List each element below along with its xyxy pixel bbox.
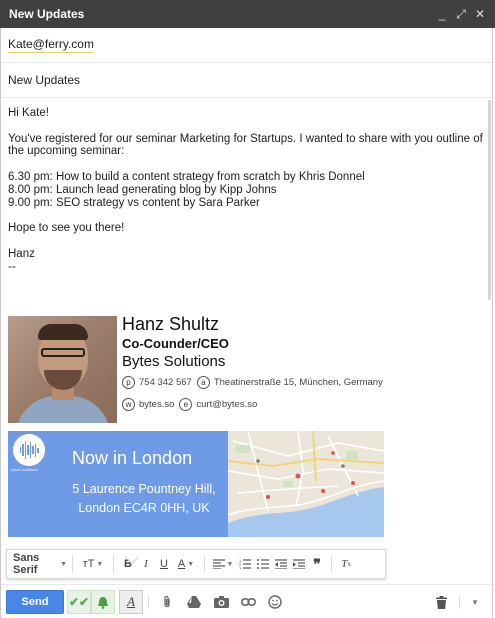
signature-role: Co-Counder/CEO: [122, 336, 229, 351]
signature-company: Bytes Solutions: [122, 353, 226, 370]
subject-text: New Updates: [8, 73, 81, 87]
more-options-chevron-icon[interactable]: ▼: [467, 590, 483, 614]
website-icon: w: [122, 398, 135, 411]
signature-banner[interactable]: bytes solutions Now in London 5 Laurence…: [8, 431, 384, 537]
intro-paragraph: You've registered for our seminar Market…: [8, 132, 483, 158]
camera-icon[interactable]: [210, 590, 232, 614]
sign-off: Hanz: [8, 247, 35, 260]
drive-icon[interactable]: [183, 590, 205, 614]
clear-formatting-icon[interactable]: Tx: [337, 554, 355, 574]
greeting: Hi Kate!: [8, 107, 49, 119]
to-field[interactable]: Kate@ferry.com: [1, 28, 492, 63]
signature-address[interactable]: Theatinerstraße 15, München, Germany: [214, 377, 383, 388]
signature-contact-row: p 754 342 567 a Theatinerstraße 15, Münc…: [122, 376, 383, 389]
signature-website[interactable]: bytes.so: [139, 399, 174, 410]
avatar-photo: [8, 316, 117, 423]
attach-icon[interactable]: [156, 590, 178, 614]
window-controls: _ ⤢ ✕: [437, 7, 495, 22]
indent-icon[interactable]: [290, 554, 308, 574]
quote-icon[interactable]: ❞: [308, 554, 326, 574]
compose-title-bar[interactable]: New Updates _ ⤢ ✕: [0, 0, 495, 28]
banner-address: 5 Laurence Pountney Hill, London EC4R 0H…: [72, 482, 216, 515]
company-logo: [13, 434, 45, 466]
text-color-button[interactable]: A ▼: [173, 554, 199, 574]
checkmark-extension-icon[interactable]: ✔✔: [67, 590, 91, 614]
phone-icon: p: [122, 376, 135, 389]
closing-line: Hope to see you there!: [8, 222, 125, 235]
compose-window: Kate@ferry.com New Updates Hi Kate! You'…: [0, 28, 494, 618]
banner-panel: bytes solutions Now in London 5 Laurence…: [8, 431, 228, 537]
formatting-options-icon[interactable]: A: [119, 590, 143, 614]
agenda-item: 6.30 pm: How to build a content strategy…: [8, 170, 365, 183]
emoji-icon[interactable]: [264, 590, 286, 614]
subject-field[interactable]: New Updates: [1, 63, 492, 98]
map-image: [228, 431, 384, 537]
compose-title: New Updates: [9, 7, 85, 21]
underline-button[interactable]: U: [155, 554, 173, 574]
bulleted-list-icon[interactable]: [254, 554, 272, 574]
banner-title: Now in London: [72, 448, 193, 468]
outdent-icon[interactable]: [272, 554, 290, 574]
italic-button[interactable]: I: [137, 554, 155, 574]
address-icon: a: [196, 376, 210, 389]
link-icon[interactable]: [237, 590, 259, 614]
signature-email[interactable]: curt@bytes.so: [196, 399, 257, 410]
font-family-select[interactable]: Sans Serif ▼: [13, 552, 67, 576]
bell-icon[interactable]: [91, 590, 115, 614]
message-body[interactable]: Hi Kate! You've registered for our semin…: [8, 107, 483, 273]
font-size-button[interactable]: тT ▼: [78, 554, 108, 574]
close-icon[interactable]: ✕: [475, 7, 485, 22]
logo-label: bytes solutions: [11, 467, 38, 472]
scrollbar[interactable]: [488, 100, 491, 300]
email-signature: Hanz Shultz Co-Counder/CEO Bytes Solutio…: [8, 314, 488, 424]
svg-text:3: 3: [239, 566, 242, 569]
trash-icon[interactable]: [431, 590, 451, 614]
compose-bottom-bar: Send ✔✔ A ▼: [1, 584, 494, 618]
numbered-list-icon[interactable]: 123: [236, 554, 254, 574]
minimize-icon[interactable]: _: [437, 7, 447, 22]
formatting-toolbar: Sans Serif ▼ тT ▼ B I U A ▼ ▼ 123 ❞ Tx: [6, 549, 386, 579]
signature-separator: --: [8, 260, 16, 273]
signature-contact-row: w bytes.so e curt@bytes.so: [122, 398, 257, 411]
agenda-item: 9.00 pm: SEO strategy vs content by Sara…: [8, 196, 260, 209]
send-button[interactable]: Send: [6, 590, 64, 614]
align-icon[interactable]: ▼: [210, 554, 236, 574]
signature-phone[interactable]: 754 342 567: [139, 377, 192, 388]
email-icon: e: [179, 398, 193, 411]
recipient-chip[interactable]: Kate@ferry.com: [8, 37, 94, 53]
agenda-item: 8.00 pm: Launch lead generating blog by …: [8, 183, 277, 196]
popout-icon[interactable]: ⤢: [456, 7, 466, 22]
signature-name: Hanz Shultz: [122, 314, 220, 334]
